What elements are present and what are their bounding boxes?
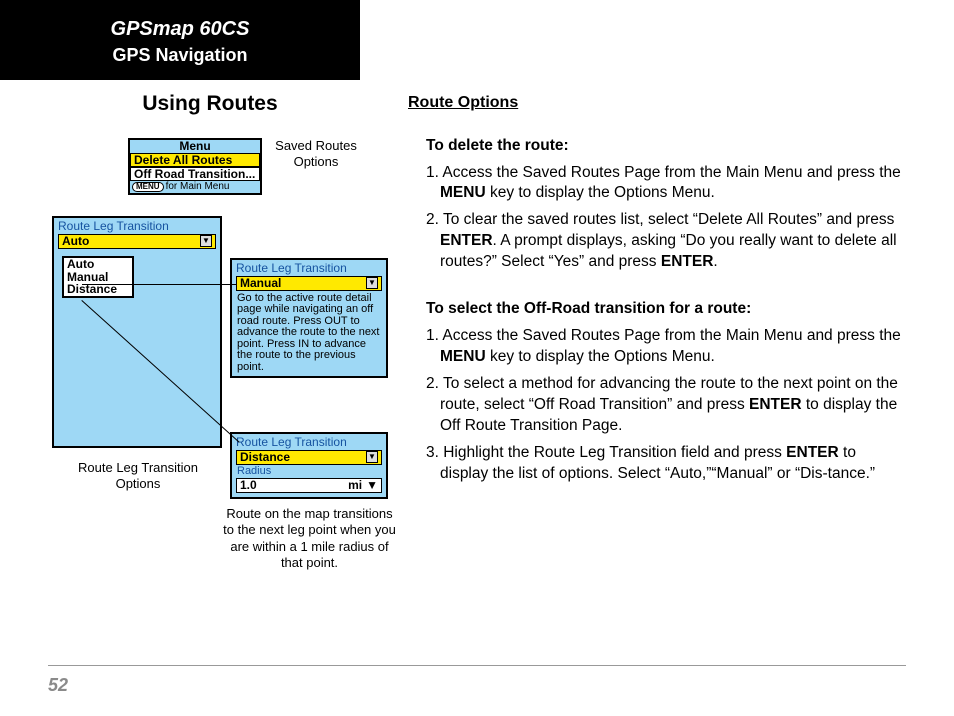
section-title: Using Routes — [60, 92, 360, 116]
manual-body-text: Go to the active route detail page while… — [232, 292, 386, 377]
heading-route-options: Route Options — [408, 92, 908, 114]
radius-value-row[interactable]: 1.0 mi ▼ — [236, 478, 382, 493]
right-column: Route Options To delete the route: 1. Ac… — [408, 92, 908, 491]
option-distance[interactable]: Distance — [64, 283, 132, 296]
screen-distance-title: Route Leg Transition — [232, 434, 386, 449]
caption-rlt-options: Route Leg Transition Options — [58, 460, 218, 493]
footer-rule — [48, 665, 906, 666]
caption-distance: Route on the map transitions to the next… — [222, 506, 397, 571]
auto-selected-row[interactable]: Auto ▼ — [58, 234, 216, 249]
option-auto[interactable]: Auto — [64, 258, 132, 271]
distance-selected-value: Distance — [240, 451, 290, 464]
distance-selected-row[interactable]: Distance ▼ — [236, 450, 382, 465]
menu-item-off-road[interactable]: Off Road Transition... — [130, 167, 260, 181]
dropdown-icon[interactable]: ▼ — [366, 277, 378, 289]
screen-distance: Route Leg Transition Distance ▼ Radius 1… — [230, 432, 388, 499]
header-line1: GPSmap 60CS — [0, 18, 360, 41]
offroad-step-2: 2. To select a method for advancing the … — [426, 374, 908, 437]
radius-value: 1.0 — [240, 479, 257, 492]
menu-button-pill: MENU — [132, 182, 164, 192]
subheading-delete: To delete the route: — [426, 136, 908, 157]
page-header: GPSmap 60CS GPS Navigation — [0, 0, 360, 80]
auto-selected-value: Auto — [62, 235, 89, 248]
header-line2: GPS Navigation — [0, 45, 360, 66]
dropdown-icon[interactable]: ▼ — [366, 451, 378, 463]
radius-label: Radius — [232, 466, 386, 478]
screen-auto: Route Leg Transition Auto ▼ Auto Manual … — [52, 216, 222, 448]
offroad-step-1: 1. Access the Saved Routes Page from the… — [426, 326, 908, 368]
page-number: 52 — [48, 675, 68, 696]
caption-saved-routes: Saved Routes Options — [266, 138, 366, 171]
screen-auto-title: Route Leg Transition — [54, 218, 220, 233]
manual-selected-value: Manual — [240, 277, 281, 290]
subheading-offroad: To select the Off-Road transition for a … — [426, 299, 908, 320]
dropdown-icon[interactable]: ▼ — [200, 235, 212, 247]
dropdown-icon[interactable]: ▼ — [366, 479, 378, 492]
radius-unit: mi — [348, 479, 362, 492]
connector-line — [82, 284, 237, 285]
menu-popup: Menu Delete All Routes Off Road Transiti… — [128, 138, 262, 195]
offroad-step-3: 3. Highlight the Route Leg Transition fi… — [426, 443, 908, 485]
auto-options-list: Auto Manual Distance — [62, 256, 134, 298]
menu-footer: MENUfor Main Menu — [130, 181, 260, 194]
manual-selected-row[interactable]: Manual ▼ — [236, 276, 382, 291]
screen-manual-title: Route Leg Transition — [232, 260, 386, 275]
delete-step-2: 2. To clear the saved routes list, selec… — [426, 210, 908, 273]
menu-title: Menu — [130, 140, 260, 153]
menu-item-delete-all[interactable]: Delete All Routes — [130, 153, 260, 167]
delete-step-1: 1. Access the Saved Routes Page from the… — [426, 163, 908, 205]
menu-footer-text: for Main Menu — [166, 181, 230, 192]
screen-manual: Route Leg Transition Manual ▼ Go to the … — [230, 258, 388, 378]
